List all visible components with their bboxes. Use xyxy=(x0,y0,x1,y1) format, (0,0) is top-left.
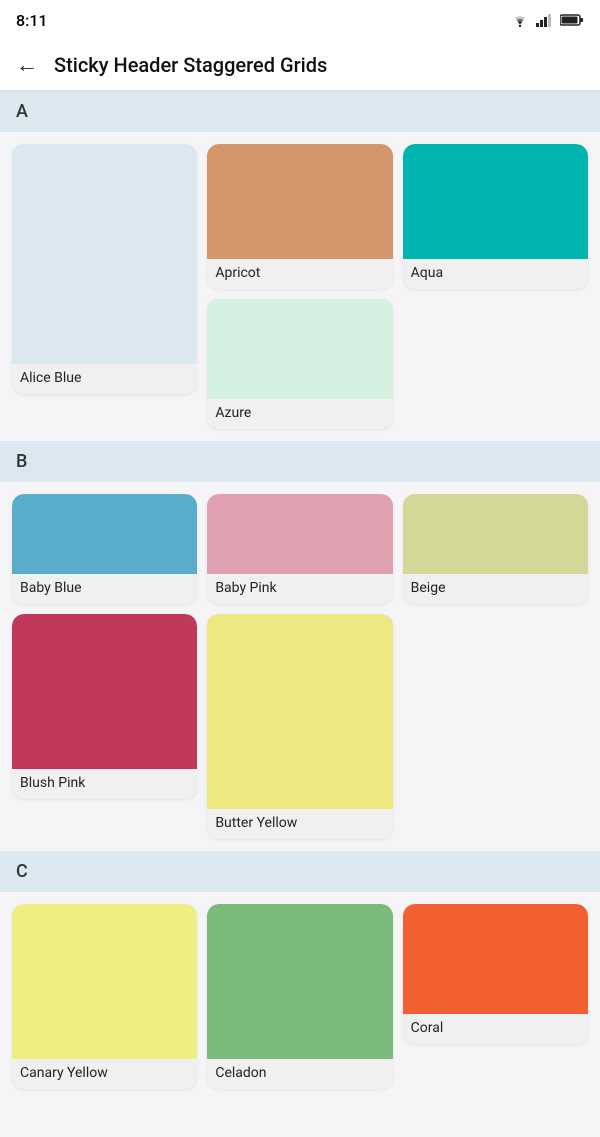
section-header-b: B xyxy=(0,441,600,482)
color-swatch xyxy=(207,614,392,809)
color-swatch xyxy=(403,904,588,1014)
color-card[interactable]: Alice Blue xyxy=(12,144,197,394)
color-card[interactable]: Baby Blue xyxy=(12,494,197,604)
status-bar: 8:11 xyxy=(0,0,600,40)
color-swatch xyxy=(207,904,392,1059)
grid-section-b: Baby Blue Blush Pink Baby Pink Butter Yello… xyxy=(0,482,600,851)
grid-col-b-0: Baby Blue Blush Pink xyxy=(12,494,197,799)
color-swatch xyxy=(403,144,588,259)
scroll-content: A Alice Blue Apricot Azure Aqua B Baby Blue Blu… xyxy=(0,91,600,1101)
color-card[interactable]: Butter Yellow xyxy=(207,614,392,839)
color-card[interactable]: Azure xyxy=(207,299,392,429)
grid-col-c-1: Celadon xyxy=(207,904,392,1089)
staggered-grid-c: Canary Yellow Celadon Coral xyxy=(12,904,588,1089)
color-label: Apricot xyxy=(207,259,392,289)
color-swatch xyxy=(207,494,392,574)
color-card[interactable]: Baby Pink xyxy=(207,494,392,604)
color-label: Aqua xyxy=(403,259,588,289)
grid-col-c-0: Canary Yellow xyxy=(12,904,197,1089)
grid-col-c-2: Coral xyxy=(403,904,588,1044)
color-swatch xyxy=(12,614,197,769)
status-time: 8:11 xyxy=(16,11,48,30)
color-card[interactable]: Apricot xyxy=(207,144,392,289)
color-card[interactable]: Blush Pink xyxy=(12,614,197,799)
color-label: Azure xyxy=(207,399,392,429)
color-swatch xyxy=(403,494,588,574)
color-label: Canary Yellow xyxy=(12,1059,197,1089)
color-card[interactable]: Canary Yellow xyxy=(12,904,197,1089)
grid-col-a-2: Aqua xyxy=(403,144,588,289)
grid-col-a-0: Alice Blue xyxy=(12,144,197,394)
grid-col-b-2: Beige xyxy=(403,494,588,604)
color-label: Butter Yellow xyxy=(207,809,392,839)
grid-col-a-1: Apricot Azure xyxy=(207,144,392,429)
section-header-c: C xyxy=(0,851,600,892)
color-label: Celadon xyxy=(207,1059,392,1089)
color-swatch xyxy=(207,299,392,399)
color-card[interactable]: Aqua xyxy=(403,144,588,289)
grid-section-a: Alice Blue Apricot Azure Aqua xyxy=(0,132,600,441)
color-label: Beige xyxy=(403,574,588,604)
signal-icon xyxy=(536,13,554,27)
color-card[interactable]: Coral xyxy=(403,904,588,1044)
wifi-icon xyxy=(510,13,530,27)
color-label: Blush Pink xyxy=(12,769,197,799)
color-label: Alice Blue xyxy=(12,364,197,394)
section-header-a: A xyxy=(0,91,600,132)
staggered-grid-b: Baby Blue Blush Pink Baby Pink Butter Yello… xyxy=(12,494,588,839)
color-label: Baby Blue xyxy=(12,574,197,604)
grid-section-c: Canary Yellow Celadon Coral xyxy=(0,892,600,1101)
color-card[interactable]: Beige xyxy=(403,494,588,604)
back-button[interactable]: ← xyxy=(16,52,38,78)
battery-icon xyxy=(560,13,584,27)
color-swatch xyxy=(12,494,197,574)
status-icons xyxy=(510,13,584,27)
app-bar-title: Sticky Header Staggered Grids xyxy=(54,53,327,77)
app-bar: ← Sticky Header Staggered Grids xyxy=(0,40,600,91)
color-card[interactable]: Celadon xyxy=(207,904,392,1089)
color-label: Baby Pink xyxy=(207,574,392,604)
staggered-grid-a: Alice Blue Apricot Azure Aqua xyxy=(12,144,588,429)
color-swatch xyxy=(12,904,197,1059)
color-swatch xyxy=(12,144,197,364)
color-label: Coral xyxy=(403,1014,588,1044)
grid-col-b-1: Baby Pink Butter Yellow xyxy=(207,494,392,839)
color-swatch xyxy=(207,144,392,259)
